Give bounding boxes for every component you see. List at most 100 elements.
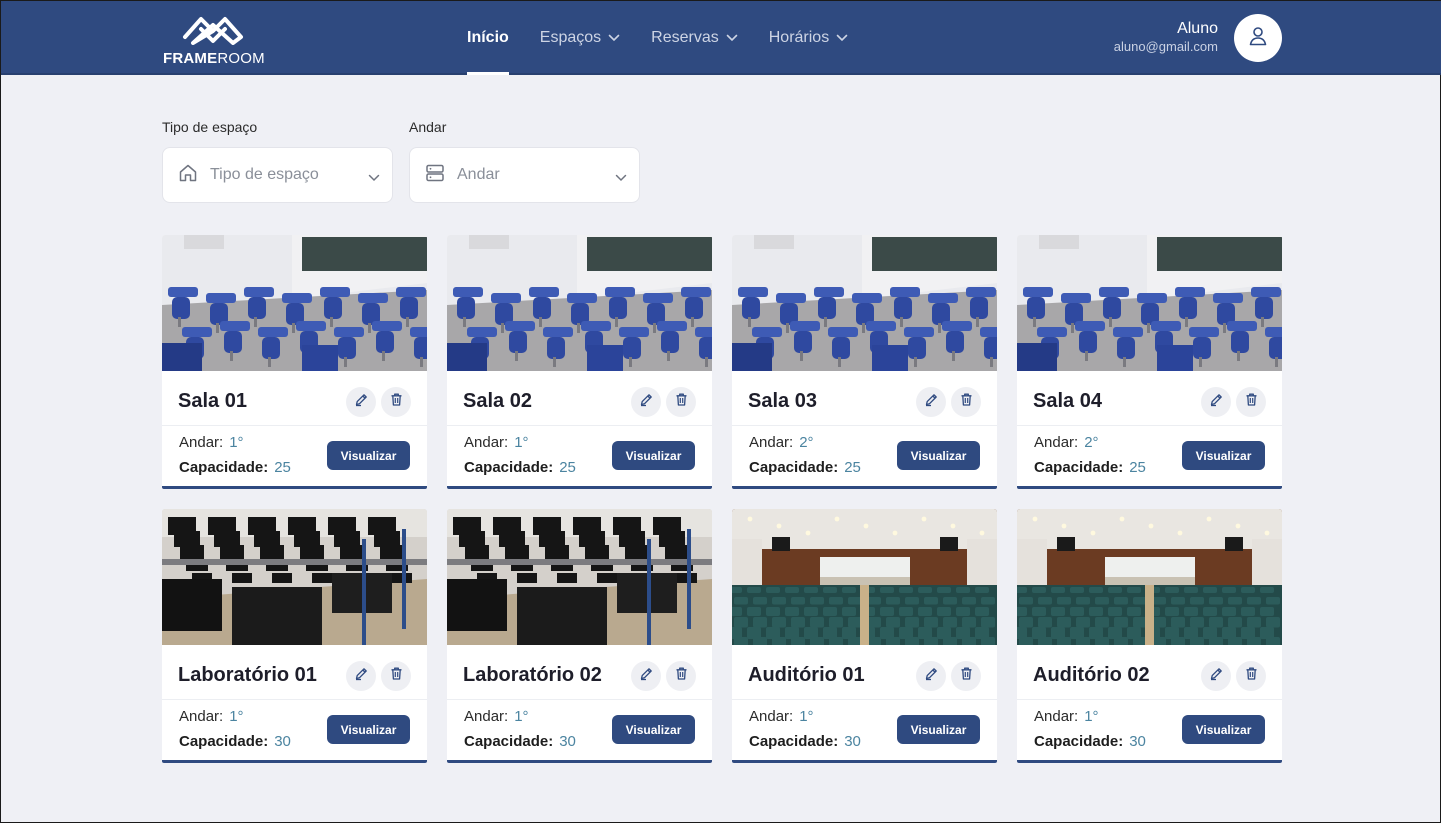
edit-button[interactable]: [631, 661, 661, 691]
andar-value: 1°: [514, 434, 529, 451]
user-info: Aluno aluno@gmail.com: [1114, 20, 1218, 54]
visualizar-button[interactable]: Visualizar: [897, 715, 980, 744]
room-andar-row: Andar: 2°: [749, 434, 814, 451]
auditorium-photo: [732, 509, 997, 645]
room-name: Sala 02: [463, 390, 532, 412]
nav-item-horarios[interactable]: Horários: [769, 1, 848, 75]
room-andar-row: Andar: 2°: [1034, 434, 1099, 451]
edit-button[interactable]: [631, 387, 661, 417]
delete-button[interactable]: [381, 387, 411, 417]
nav-item-reservas[interactable]: Reservas: [651, 1, 738, 75]
andar-value: 1°: [1084, 708, 1099, 725]
chevron-down-icon: [615, 169, 627, 187]
delete-button[interactable]: [1236, 661, 1266, 691]
room-capacidade-row: Capacidade: 30: [749, 733, 861, 750]
capacidade-value: 25: [1129, 459, 1146, 476]
capacidade-label: Capacidade:: [1034, 459, 1124, 476]
visualizar-button[interactable]: Visualizar: [612, 715, 695, 744]
room-photo: [1017, 509, 1282, 645]
room-name: Sala 04: [1033, 390, 1102, 412]
edit-button[interactable]: [1201, 661, 1231, 691]
user-name: Aluno: [1177, 20, 1218, 37]
room-card: Sala 04 Andar: 2° Capacidade: 25 Visualiza…: [1017, 235, 1282, 489]
capacidade-value: 30: [844, 733, 861, 750]
frameroom-logo[interactable]: FRAMEROOM: [163, 11, 271, 69]
edit-button[interactable]: [916, 661, 946, 691]
visualizar-button[interactable]: Visualizar: [612, 441, 695, 470]
pencil-icon: [354, 392, 369, 412]
chevron-down-icon: [368, 169, 380, 187]
trash-icon: [389, 392, 404, 412]
andar-label: Andar:: [1034, 708, 1079, 725]
edit-button[interactable]: [346, 387, 376, 417]
pencil-icon: [639, 666, 654, 686]
trash-icon: [389, 666, 404, 686]
room-capacidade-row: Capacidade: 30: [464, 733, 576, 750]
visualizar-button[interactable]: Visualizar: [897, 441, 980, 470]
trash-icon: [1244, 392, 1259, 412]
room-card: Sala 03 Andar: 2° Capacidade: 25 Visualiza…: [732, 235, 997, 489]
delete-button[interactable]: [1236, 387, 1266, 417]
room-andar-row: Andar: 1°: [1034, 708, 1099, 725]
chevron-down-icon: [608, 29, 620, 47]
room-photo: [447, 235, 712, 371]
trash-icon: [1244, 666, 1259, 686]
classroom-photo: [1017, 235, 1282, 371]
card-divider: [1017, 699, 1282, 700]
edit-button[interactable]: [916, 387, 946, 417]
visualizar-button[interactable]: Visualizar: [1182, 441, 1265, 470]
chevron-down-icon: [836, 29, 848, 47]
room-name: Sala 03: [748, 390, 817, 412]
card-divider: [447, 699, 712, 700]
andar-label: Andar:: [464, 708, 509, 725]
select-placeholder: Andar: [457, 166, 500, 183]
delete-button[interactable]: [381, 661, 411, 691]
room-capacidade-row: Capacidade: 30: [179, 733, 291, 750]
delete-button[interactable]: [951, 661, 981, 691]
visualizar-button[interactable]: Visualizar: [327, 715, 410, 744]
andar-label: Andar:: [749, 434, 794, 451]
main-nav: Início Espaços Reservas Horários: [467, 1, 879, 75]
room-andar-row: Andar: 1°: [179, 434, 244, 451]
room-name: Laboratório 01: [178, 664, 317, 686]
nav-item-inicio[interactable]: Início: [467, 1, 509, 75]
delete-button[interactable]: [666, 387, 696, 417]
delete-button[interactable]: [666, 661, 696, 691]
nav-item-label: Espaços: [539, 29, 602, 46]
room-card: Laboratório 01 Andar: 1° Capacidade: 30 Vi…: [162, 509, 427, 763]
room-andar-row: Andar: 1°: [179, 708, 244, 725]
andar-select[interactable]: Andar: [409, 147, 640, 203]
capacidade-label: Capacidade:: [464, 733, 554, 750]
edit-button[interactable]: [1201, 387, 1231, 417]
visualizar-button[interactable]: Visualizar: [327, 441, 410, 470]
andar-label: Andar:: [179, 434, 224, 451]
andar-label: Andar:: [1034, 434, 1079, 451]
user-email: aluno@gmail.com: [1113, 39, 1218, 54]
avatar[interactable]: [1234, 14, 1282, 62]
classroom-photo: [162, 235, 427, 371]
computer-lab-photo: [447, 509, 712, 645]
pencil-icon: [1209, 666, 1224, 686]
select-placeholder: Tipo de espaço: [210, 166, 319, 183]
card-divider: [447, 425, 712, 426]
tipo-espaco-select[interactable]: Tipo de espaço: [162, 147, 393, 203]
card-divider: [162, 425, 427, 426]
capacidade-label: Capacidade:: [179, 733, 269, 750]
edit-button[interactable]: [346, 661, 376, 691]
nav-item-espacos[interactable]: Espaços: [540, 1, 620, 75]
auditorium-photo: [1017, 509, 1282, 645]
server-icon: [424, 162, 446, 189]
andar-value: 2°: [799, 434, 814, 451]
room-photo: [1017, 235, 1282, 371]
top-navbar: FRAMEROOM Início Espaços Reservas Horári…: [1, 1, 1441, 75]
room-capacidade-row: Capacidade: 30: [1034, 733, 1146, 750]
delete-button[interactable]: [951, 387, 981, 417]
visualizar-button[interactable]: Visualizar: [1182, 715, 1265, 744]
room-card: Sala 01 Andar: 1° Capacidade: 25 Visualiza…: [162, 235, 427, 489]
room-andar-row: Andar: 1°: [749, 708, 814, 725]
room-capacidade-row: Capacidade: 25: [464, 459, 576, 476]
pencil-icon: [924, 666, 939, 686]
logo-wordmark: FRAMEROOM: [163, 50, 265, 67]
room-andar-row: Andar: 1°: [464, 434, 529, 451]
pencil-icon: [924, 392, 939, 412]
